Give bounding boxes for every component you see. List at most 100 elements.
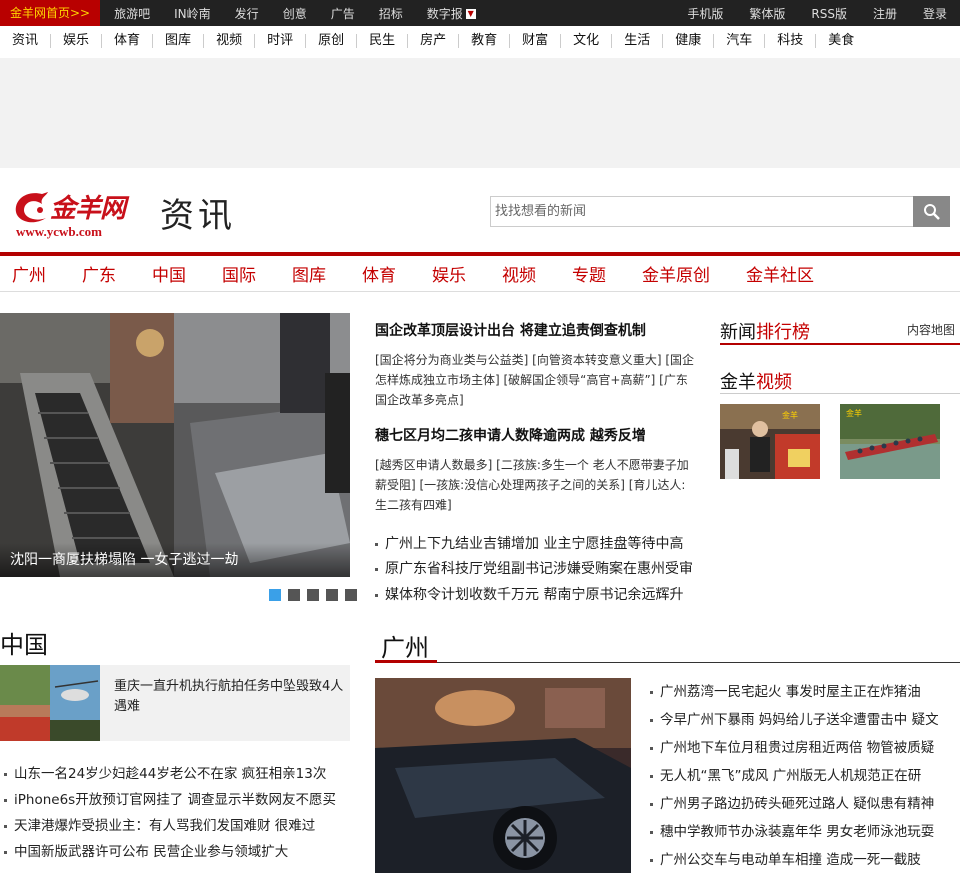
svg-text:金羊: 金羊 (846, 408, 862, 418)
top-link-inlingnan[interactable]: IN岭南 (162, 5, 223, 22)
main-nav-item[interactable]: 国际 (210, 261, 268, 286)
channel-nav-item[interactable]: 文化 (561, 34, 613, 48)
top-link-shuzibao-label: 数字报 (426, 6, 463, 21)
search-button[interactable] (913, 196, 950, 227)
channel-nav-item[interactable]: 原创 (306, 34, 358, 48)
main-nav-item[interactable]: 专题 (560, 261, 618, 286)
channel-nav-item[interactable]: 科技 (765, 34, 817, 48)
list-item[interactable]: 广州地下车位月租贵过房租近两倍 物管被质疑 (650, 734, 960, 762)
channel-nav-item[interactable]: 教育 (459, 34, 511, 48)
top-bar-left: 金羊网首页>> 旅游吧 IN岭南 发行 创意 广告 招标 数字报 ▼ (0, 0, 488, 26)
channel-nav-item[interactable]: 资讯 (0, 34, 52, 48)
main-nav-item[interactable]: 金羊原创 (630, 261, 722, 286)
dropdown-arrow-icon: ▼ (465, 9, 476, 19)
slideshow-caption: 沈阳一商厦扶梯塌陷 一女子逃过一劫 (0, 543, 350, 577)
headline-1[interactable]: 国企改革顶层设计出台 将建立追责倒查机制 (375, 320, 646, 340)
main-nav-item[interactable]: 视频 (490, 261, 548, 286)
logo-swirl-icon (15, 192, 49, 223)
headline-1-related[interactable]: [国企将分为商业类与公益类] [向管资本转变意义重大] [国企怎样炼成独立市场主… (375, 350, 695, 410)
news-bullet[interactable]: 媒体称令计划收数千万元 帮南宁原书记余远辉升 (375, 584, 695, 604)
login-link[interactable]: 登录 (910, 5, 960, 22)
list-item[interactable]: iPhone6s开放预订官网挂了 调查显示半数网友不愿买 (0, 788, 350, 814)
slide-dot[interactable] (269, 589, 281, 601)
rank-divider (720, 343, 960, 345)
helicopter-photo (0, 665, 100, 741)
logo-text: 金羊网 (50, 194, 126, 224)
channel-nav-item[interactable]: 体育 (102, 34, 154, 48)
svg-text:金羊: 金羊 (782, 410, 798, 420)
video-thumb[interactable]: 金羊 (840, 404, 940, 479)
guangzhou-section-title: 广州 (381, 634, 429, 662)
site-logo[interactable]: 金羊网 www.ycwb.com (12, 188, 142, 240)
china-feature[interactable]: 重庆一直升机执行航拍任务中坠毁致4人遇难 (0, 665, 350, 741)
guangzhou-feature-image[interactable] (375, 678, 631, 873)
list-item[interactable]: 天津港爆炸受损业主：有人骂我们发国难财 很难过 (0, 814, 350, 840)
rss-link[interactable]: RSS版 (798, 5, 860, 22)
rank-title-b: 排行榜 (756, 322, 810, 343)
top-link-shuzibao[interactable]: 数字报 ▼ (415, 5, 488, 22)
list-item[interactable]: 穗中学教师节办泳装嘉年华 男女老师泳池玩耍 (650, 818, 960, 846)
top-link-zhaobiao[interactable]: 招标 (367, 5, 415, 22)
main-nav-item[interactable]: 广东 (70, 261, 128, 286)
main-nav-item[interactable]: 中国 (140, 261, 198, 286)
channel-nav-item[interactable]: 视频 (204, 34, 256, 48)
list-item[interactable]: 无人机“黑飞”成风 广州版无人机规范正在研 (650, 762, 960, 790)
main-nav-item[interactable]: 图库 (280, 261, 338, 286)
escalator-photo (0, 313, 350, 577)
top-link-lvyouba[interactable]: 旅游吧 (102, 5, 162, 22)
channel-nav-item[interactable]: 生活 (612, 34, 664, 48)
slideshow-image[interactable]: 沈阳一商厦扶梯塌陷 一女子逃过一劫 (0, 313, 350, 577)
channel-nav-item[interactable]: 房产 (408, 34, 460, 48)
main-nav-item[interactable]: 娱乐 (420, 261, 478, 286)
home-link[interactable]: 金羊网首页>> (0, 0, 101, 26)
list-item[interactable]: 山东一名24岁少妇趁44岁老公不在家 疯狂相亲13次 (0, 762, 350, 788)
channel-nav-item[interactable]: 健康 (663, 34, 715, 48)
slide-dot[interactable] (307, 589, 319, 601)
china-feature-text: 重庆一直升机执行航拍任务中坠毁致4人遇难 (114, 679, 344, 714)
video-thumb-speaker: 金羊 (720, 404, 820, 479)
traditional-version-link[interactable]: 繁体版 (736, 5, 798, 22)
main-nav: 广州 广东 中国 国际 图库 体育 娱乐 视频 专题 金羊原创 金羊社区 (0, 256, 960, 292)
video-title-a: 金羊 (720, 372, 756, 393)
top-bar-right: 手机版 繁体版 RSS版 注册 登录 (674, 0, 960, 26)
top-link-faxing[interactable]: 发行 (223, 5, 271, 22)
search-input[interactable] (491, 197, 913, 226)
channel-nav-item[interactable]: 汽车 (714, 34, 766, 48)
guangzhou-news-list: 广州荔湾一民宅起火 事发时屋主正在炸猪油 今早广州下暴雨 妈妈给儿子送伞遭雷击中… (650, 678, 960, 873)
china-news-list: 山东一名24岁少妇趁44岁老公不在家 疯狂相亲13次 iPhone6s开放预订官… (0, 762, 350, 866)
channel-nav-item[interactable]: 时评 (255, 34, 307, 48)
channel-nav-item[interactable]: 财富 (510, 34, 562, 48)
list-item[interactable]: 广州荔湾一民宅起火 事发时屋主正在炸猪油 (650, 678, 960, 706)
video-title: 金羊视频 (720, 368, 792, 394)
list-item[interactable]: 广州公交车与电动单车相撞 造成一死一截肢 (650, 846, 960, 873)
list-item[interactable]: 广州男子路边扔砖头砸死过路人 疑似患有精神 (650, 790, 960, 818)
search-icon (923, 203, 940, 220)
slide-dot[interactable] (326, 589, 338, 601)
rank-title-a: 新闻 (720, 322, 756, 343)
news-bullet[interactable]: 广州上下九结业吉铺增加 业主宁愿挂盘等待中高 (375, 533, 695, 553)
top-link-guanggao[interactable]: 广告 (319, 5, 367, 22)
china-section-title: 中国 (0, 631, 48, 659)
sitemap-link[interactable]: 内容地图 (907, 321, 955, 338)
mobile-version-link[interactable]: 手机版 (674, 5, 736, 22)
slide-dot[interactable] (345, 589, 357, 601)
channel-nav-item[interactable]: 图库 (153, 34, 205, 48)
main-nav-item[interactable]: 金羊社区 (734, 261, 826, 286)
list-item[interactable]: 中国新版武器许可公布 民营企业参与领域扩大 (0, 840, 350, 866)
logo-url: www.ycwb.com (16, 224, 102, 239)
top-link-chuangyi[interactable]: 创意 (271, 5, 319, 22)
news-bullet[interactable]: 原广东省科技厅党组副书记涉嫌受贿案在惠州受审 (375, 558, 695, 578)
headline-2-related[interactable]: [越秀区申请人数最多] [二孩族:多生一个 老人不愿带妻子加薪受阻] [一孩族:… (375, 455, 695, 515)
register-link[interactable]: 注册 (860, 5, 910, 22)
video-thumb[interactable]: 金羊 (720, 404, 820, 479)
channel-nav-item[interactable]: 娱乐 (51, 34, 103, 48)
slide-dot[interactable] (288, 589, 300, 601)
channel-nav-item[interactable]: 民生 (357, 34, 409, 48)
channel-nav-item[interactable]: 美食 (816, 34, 866, 48)
main-nav-item[interactable]: 体育 (350, 261, 408, 286)
guangzhou-accent (375, 660, 437, 663)
headline-2[interactable]: 穗七区月均二孩申请人数降逾两成 越秀反增 (375, 425, 646, 445)
main-nav-item[interactable]: 广州 (0, 261, 58, 286)
list-item[interactable]: 今早广州下暴雨 妈妈给儿子送伞遭雷击中 疑文 (650, 706, 960, 734)
guangzhou-divider (375, 662, 960, 663)
